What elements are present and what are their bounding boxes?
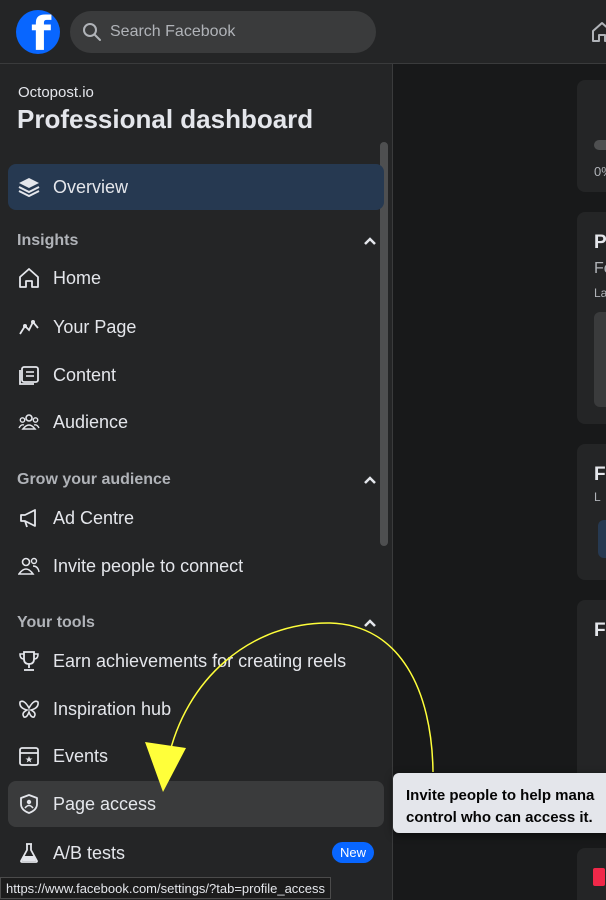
tooltip-line: control who can access it. bbox=[406, 809, 593, 826]
content-icon bbox=[17, 363, 41, 387]
butterfly-icon bbox=[17, 697, 41, 721]
tooltip: Invite people to help mana control who c… bbox=[393, 773, 606, 833]
flag-icon bbox=[593, 868, 605, 886]
chevron-up-icon[interactable] bbox=[363, 236, 377, 246]
sidebar-item-page-access[interactable]: Page access bbox=[8, 781, 384, 827]
sidebar-item-home[interactable]: Home bbox=[8, 255, 384, 301]
sidebar-item-ab-tests[interactable]: A/B tests New bbox=[8, 830, 384, 876]
sidebar-item-invite[interactable]: Invite people to connect bbox=[8, 543, 384, 589]
sidebar-item-label: Overview bbox=[53, 176, 129, 197]
people-icon bbox=[17, 410, 41, 434]
calendar-star-icon bbox=[17, 744, 41, 768]
layers-icon bbox=[17, 175, 41, 199]
megaphone-icon bbox=[17, 506, 41, 530]
progress-bar bbox=[594, 140, 606, 150]
card-subtitle: Fo bbox=[594, 260, 606, 277]
sidebar-item-content[interactable]: Content bbox=[8, 352, 384, 398]
flask-icon bbox=[17, 841, 41, 865]
sidebar-item-your-page[interactable]: Your Page bbox=[8, 304, 384, 350]
chevron-up-icon[interactable] bbox=[363, 475, 377, 485]
home-icon[interactable] bbox=[590, 20, 606, 44]
new-badge: New bbox=[331, 842, 374, 863]
status-bar-url: https://www.facebook.com/settings/?tab=p… bbox=[0, 877, 332, 899]
section-insights[interactable]: Insights bbox=[17, 229, 377, 253]
card-small-text: L bbox=[594, 490, 601, 504]
trophy-icon bbox=[17, 649, 41, 673]
sidebar-item-overview[interactable]: Overview bbox=[8, 164, 384, 210]
sidebar-item-events[interactable]: Events bbox=[8, 733, 384, 779]
progress-text: 0% bbox=[594, 164, 606, 179]
main-card-bottom bbox=[577, 848, 606, 900]
sidebar-item-audience[interactable]: Audience bbox=[8, 399, 384, 445]
page-title: Professional dashboard bbox=[17, 104, 314, 134]
trend-icon bbox=[17, 315, 41, 339]
chevron-up-icon[interactable] bbox=[363, 618, 377, 628]
home-outline-icon bbox=[17, 266, 41, 290]
top-bar: f bbox=[0, 0, 606, 64]
invite-people-icon bbox=[17, 554, 41, 578]
card-title: F bbox=[594, 620, 606, 641]
search-icon bbox=[83, 23, 101, 41]
tooltip-line: Invite people to help mana bbox=[406, 787, 595, 804]
shield-user-icon bbox=[17, 792, 41, 816]
main-card-progress: 0% bbox=[577, 80, 606, 192]
search-box[interactable] bbox=[70, 11, 376, 53]
sidebar: Octopost.io Professional dashboard Overv… bbox=[0, 64, 393, 900]
main-card-page: P Fo La bbox=[577, 212, 606, 424]
card-title: F bbox=[594, 464, 606, 485]
card-small-text: La bbox=[594, 286, 606, 300]
main-card-feature: F L bbox=[577, 444, 606, 580]
card-button[interactable] bbox=[598, 520, 606, 558]
search-input[interactable] bbox=[110, 23, 350, 41]
card-title: P bbox=[594, 232, 606, 253]
sidebar-item-ad-centre[interactable]: Ad Centre bbox=[8, 495, 384, 541]
section-grow-audience[interactable]: Grow your audience bbox=[17, 468, 377, 492]
facebook-logo[interactable]: f bbox=[16, 10, 60, 54]
card-media-placeholder bbox=[594, 312, 606, 407]
page-brand: Octopost.io bbox=[18, 84, 94, 101]
section-your-tools[interactable]: Your tools bbox=[17, 611, 377, 635]
sidebar-item-inspiration-hub[interactable]: Inspiration hub bbox=[8, 686, 384, 732]
sidebar-item-achievements[interactable]: Earn achievements for creating reels bbox=[8, 638, 384, 684]
